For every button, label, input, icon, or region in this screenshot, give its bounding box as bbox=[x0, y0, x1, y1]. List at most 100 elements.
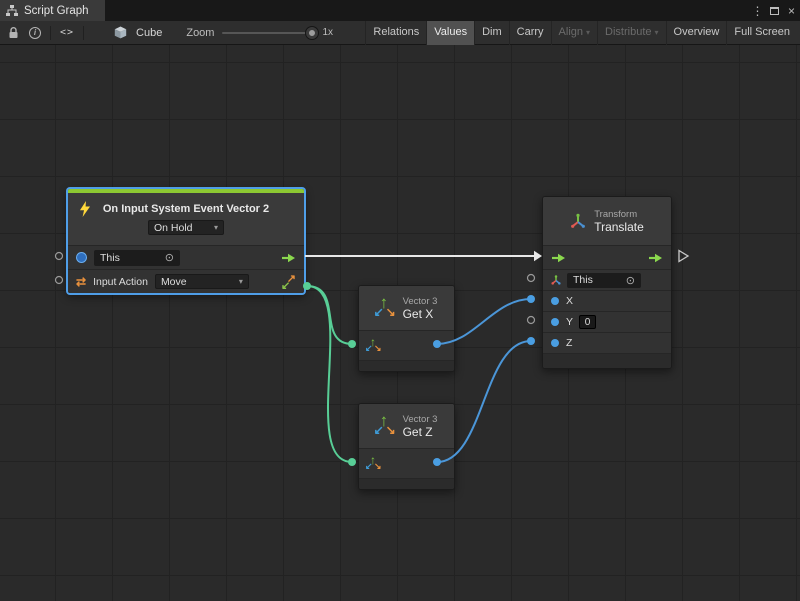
toolbar-divider bbox=[83, 26, 84, 40]
get-x-port-row: ↑ ↙ ↘ bbox=[359, 330, 454, 360]
event-mode-dropdown[interactable]: On Hold ▾ bbox=[148, 220, 224, 235]
zoom-slider[interactable] bbox=[222, 32, 314, 34]
getx-input-port[interactable] bbox=[348, 340, 356, 348]
transform-mini-icon bbox=[551, 275, 561, 285]
node-get-x[interactable]: ↑ ↙ ↘ Vector 3 Get X ↑ ↙ ↘ bbox=[358, 285, 455, 372]
translate-z-input-port[interactable] bbox=[527, 337, 535, 345]
toolbar-button-strip: Relations Values Dim Carry Align▾ Distri… bbox=[365, 21, 797, 45]
carry-button[interactable]: Carry bbox=[509, 21, 551, 45]
titlebar-spacer bbox=[105, 0, 749, 21]
zoom-slider-knob[interactable] bbox=[306, 27, 318, 39]
get-z-port-row: ↑ ↙ ↘ bbox=[359, 448, 454, 478]
relations-button[interactable]: Relations bbox=[365, 21, 426, 45]
x-port-label: X bbox=[566, 295, 573, 307]
flow-input-arrow-icon[interactable] bbox=[551, 253, 566, 263]
event-this-row: This ⊙ bbox=[68, 245, 304, 269]
values-button[interactable]: Values bbox=[426, 21, 474, 45]
translate-category: Transform bbox=[594, 209, 644, 220]
tab-script-graph[interactable]: Script Graph bbox=[0, 0, 105, 21]
event-node-title: On Input System Event Vector 2 bbox=[103, 203, 269, 215]
z-port-dot[interactable] bbox=[551, 339, 559, 347]
chevron-down-icon: ▾ bbox=[655, 28, 659, 37]
vector2-output-icon[interactable]: ↗ ↙ bbox=[282, 275, 296, 289]
y-port-label: Y bbox=[566, 316, 573, 328]
translate-title: Translate bbox=[594, 220, 644, 234]
flow-wire-arrowhead bbox=[534, 251, 542, 261]
node-translate[interactable]: Transform Translate This ⊙ bbox=[542, 196, 672, 369]
graph-canvas[interactable]: On Input System Event Vector 2 On Hold ▾… bbox=[0, 45, 800, 601]
wire-vector2-to-getx bbox=[307, 286, 352, 344]
vector3-icon: ↑ ↙ ↘ bbox=[376, 416, 396, 436]
event-node-header: On Input System Event Vector 2 On Hold ▾ bbox=[68, 193, 304, 245]
get-x-title: Get X bbox=[403, 307, 438, 321]
event-this-port[interactable] bbox=[56, 253, 63, 260]
get-x-category: Vector 3 bbox=[403, 296, 438, 307]
vector3-icon: ↑ ↙ ↘ bbox=[376, 298, 396, 318]
cube-icon bbox=[114, 26, 127, 39]
graph-icon bbox=[6, 5, 18, 16]
chevron-down-icon: ▾ bbox=[214, 223, 218, 232]
dim-button[interactable]: Dim bbox=[474, 21, 509, 45]
tab-label: Script Graph bbox=[24, 5, 89, 17]
full-screen-button[interactable]: Full Screen bbox=[726, 21, 797, 45]
translate-x-input-port[interactable] bbox=[527, 295, 535, 303]
x-port-dot[interactable] bbox=[551, 297, 559, 305]
target-object-name[interactable]: Cube bbox=[136, 27, 162, 39]
translate-y-port[interactable] bbox=[528, 317, 535, 324]
y-value-field[interactable]: 0 bbox=[579, 315, 596, 329]
input-action-icon: ⇄ bbox=[76, 275, 86, 289]
zoom-label: Zoom bbox=[186, 27, 214, 39]
object-picker-icon[interactable]: ⊙ bbox=[626, 274, 635, 287]
translate-header: Transform Translate bbox=[543, 197, 671, 245]
get-z-footer bbox=[359, 478, 454, 489]
window-maximize-icon[interactable] bbox=[766, 0, 783, 21]
event-input-action-row: ⇄ Input Action Move ▾ ↗ ↙ bbox=[68, 269, 304, 293]
translate-z-row: Z bbox=[543, 332, 671, 353]
this-object-pill[interactable]: This ⊙ bbox=[567, 273, 641, 288]
getz-input-port[interactable] bbox=[348, 458, 356, 466]
transform-icon bbox=[570, 213, 586, 229]
window-menu-icon[interactable]: ⋮ bbox=[749, 0, 766, 21]
gameobject-icon bbox=[76, 252, 87, 263]
translate-flow-row bbox=[543, 245, 671, 269]
chevron-down-icon: ▾ bbox=[586, 28, 590, 37]
translate-y-row: Y 0 bbox=[543, 311, 671, 332]
flow-continuation-triangle-icon[interactable] bbox=[679, 251, 688, 262]
align-button[interactable]: Align▾ bbox=[551, 21, 597, 45]
distribute-button[interactable]: Distribute▾ bbox=[597, 21, 665, 45]
translate-footer bbox=[543, 353, 671, 368]
input-action-label: Input Action bbox=[93, 276, 148, 288]
y-port-dot[interactable] bbox=[551, 318, 559, 326]
chevron-down-icon: ▾ bbox=[239, 277, 243, 286]
object-picker-icon[interactable]: ⊙ bbox=[165, 251, 174, 264]
vector3-input-icon[interactable]: ↑ ↙ ↘ bbox=[367, 339, 381, 353]
lightning-bolt-icon bbox=[79, 201, 91, 217]
code-view-icon[interactable]: <> bbox=[60, 27, 74, 38]
zoom-value: 1x bbox=[322, 27, 333, 38]
window-titlebar: Script Graph ⋮ × bbox=[0, 0, 800, 21]
lock-icon[interactable] bbox=[8, 27, 19, 39]
toolbar-divider bbox=[50, 26, 51, 40]
flow-output-arrow-icon[interactable] bbox=[648, 253, 663, 263]
z-port-label: Z bbox=[566, 337, 572, 349]
flow-output-arrow-icon[interactable] bbox=[281, 253, 296, 263]
node-get-z[interactable]: ↑ ↙ ↘ Vector 3 Get Z ↑ ↙ ↘ bbox=[358, 403, 455, 490]
overview-button[interactable]: Overview bbox=[666, 21, 727, 45]
vector3-input-icon[interactable]: ↑ ↙ ↘ bbox=[367, 457, 381, 471]
node-on-input-system-event[interactable]: On Input System Event Vector 2 On Hold ▾… bbox=[67, 188, 305, 294]
window-close-icon[interactable]: × bbox=[783, 0, 800, 21]
translate-this-port[interactable] bbox=[528, 275, 535, 282]
translate-x-row: X bbox=[543, 290, 671, 311]
wire-vector2-to-getz bbox=[307, 286, 352, 462]
get-z-category: Vector 3 bbox=[403, 414, 438, 425]
event-action-port[interactable] bbox=[56, 277, 63, 284]
this-object-pill[interactable]: This ⊙ bbox=[94, 250, 180, 266]
input-action-dropdown[interactable]: Move ▾ bbox=[155, 274, 249, 289]
get-z-header: ↑ ↙ ↘ Vector 3 Get Z bbox=[359, 404, 454, 448]
graph-toolbar: i <> Cube Zoom 1x Relations Values Dim C… bbox=[0, 21, 800, 45]
get-z-title: Get Z bbox=[403, 425, 438, 439]
get-x-footer bbox=[359, 360, 454, 371]
info-icon[interactable]: i bbox=[29, 27, 41, 39]
translate-this-row: This ⊙ bbox=[543, 269, 671, 290]
maximize-box-icon bbox=[770, 7, 779, 15]
